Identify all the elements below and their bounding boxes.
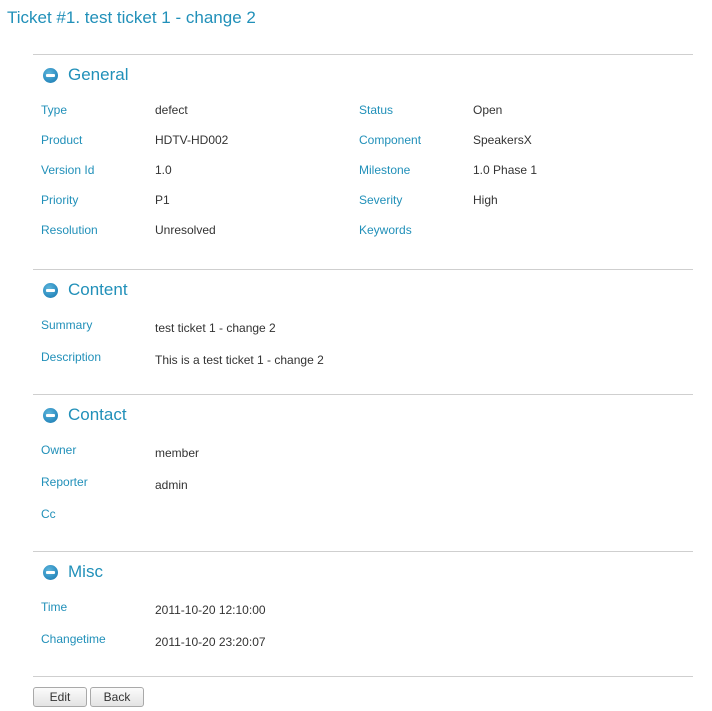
section-divider [33, 551, 693, 552]
cc-label: Cc [41, 507, 56, 521]
section-title-content: Content [68, 280, 128, 299]
section-title-contact: Contact [68, 405, 127, 424]
product-label: Product [41, 133, 83, 147]
collapse-minus-icon[interactable] [43, 282, 58, 298]
section-divider [33, 269, 693, 270]
severity-label: Severity [359, 193, 403, 207]
back-button[interactable]: Back [90, 687, 144, 707]
section-header-general[interactable]: General [43, 64, 128, 86]
component-value: SpeakersX [473, 133, 532, 147]
priority-label: Priority [41, 193, 79, 207]
summary-value: test ticket 1 - change 2 [155, 321, 276, 335]
milestone-label: Milestone [359, 163, 411, 177]
resolution-label: Resolution [41, 223, 98, 237]
component-label: Component [359, 133, 422, 147]
changetime-value: 2011-10-20 23:20:07 [155, 635, 266, 649]
resolution-value: Unresolved [155, 223, 216, 237]
section-header-content[interactable]: Content [43, 279, 128, 301]
description-label: Description [41, 350, 102, 364]
page-title: Ticket #1. test ticket 1 - change 2 [7, 8, 256, 27]
type-label: Type [41, 103, 68, 117]
version-label: Version Id [41, 163, 95, 177]
owner-label: Owner [41, 443, 77, 457]
section-header-contact[interactable]: Contact [43, 404, 127, 426]
reporter-value: admin [155, 478, 188, 492]
collapse-minus-icon[interactable] [43, 67, 58, 83]
section-title-misc: Misc [68, 562, 103, 581]
owner-value: member [155, 446, 200, 460]
collapse-minus-icon[interactable] [43, 564, 58, 580]
edit-button[interactable]: Edit [33, 687, 87, 707]
product-value: HDTV-HD002 [155, 133, 229, 147]
time-value: 2011-10-20 12:10:00 [155, 603, 266, 617]
section-title-general: General [68, 65, 129, 84]
section-divider [33, 394, 693, 395]
footer-divider [33, 676, 693, 677]
keywords-label: Keywords [359, 223, 412, 237]
priority-value: P1 [155, 193, 170, 207]
summary-label: Summary [41, 318, 93, 332]
section-header-misc[interactable]: Misc [43, 561, 103, 583]
description-value: This is a test ticket 1 - change 2 [155, 353, 324, 367]
type-value: defect [155, 103, 188, 117]
changetime-label: Changetime [41, 632, 106, 646]
section-divider [33, 54, 693, 55]
milestone-value: 1.0 Phase 1 [473, 163, 538, 177]
reporter-label: Reporter [41, 475, 88, 489]
severity-value: High [473, 193, 498, 207]
status-label: Status [359, 103, 394, 117]
status-value: Open [473, 103, 503, 117]
version-value: 1.0 [155, 163, 172, 177]
time-label: Time [41, 600, 68, 614]
collapse-minus-icon[interactable] [43, 407, 58, 423]
